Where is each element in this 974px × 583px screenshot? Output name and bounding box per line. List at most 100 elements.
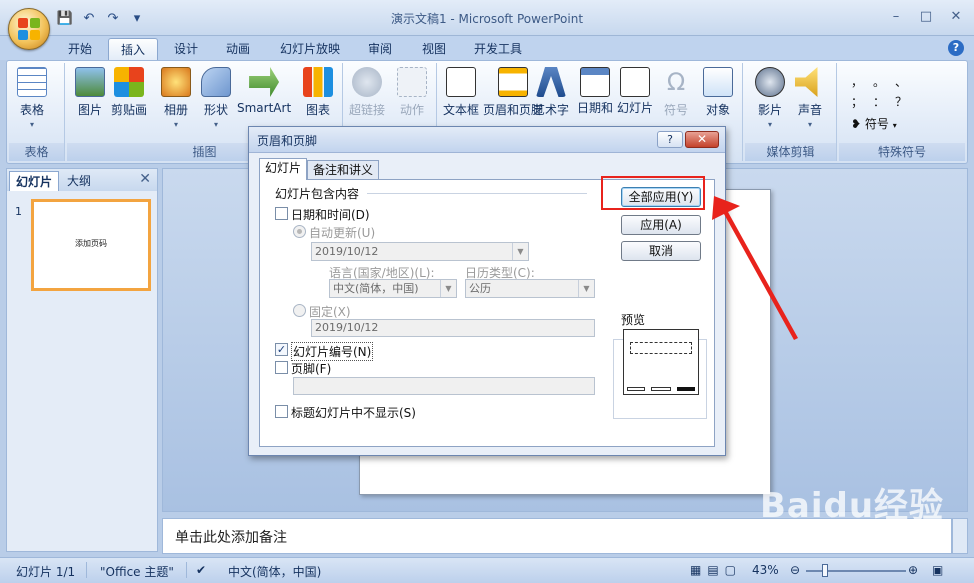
table-icon [17,67,47,97]
footer-label: 页脚(F) [291,362,332,376]
auto-update-label: 自动更新(U) [309,226,376,240]
object-button[interactable]: 对象 [703,67,733,118]
symbol-semicolon[interactable]: ； [851,93,863,110]
group-label-special-symbols: 特殊符号 [839,143,965,161]
datetime-checkbox[interactable] [275,207,288,220]
view-buttons[interactable]: ▦▤▢ [690,563,742,577]
tab-animations[interactable]: 动画 [214,38,262,60]
shapes-button[interactable]: 形状 ▾ [201,67,231,129]
dialog-tab-slide[interactable]: 幻灯片 [259,158,308,180]
footer-input[interactable] [293,377,595,395]
zoom-slider[interactable] [806,570,906,572]
auto-update-date-select[interactable]: 2019/10/12 ▼ [311,242,529,261]
slide-number-label: 幻灯片编号(N) [291,342,374,361]
status-slide-count: 幻灯片 1/1 [16,565,76,579]
status-theme: "Office 主题" [100,565,174,579]
window-controls: – □ ✕ [884,6,968,26]
group-label-table: 表格 [9,143,64,161]
auto-update-radio[interactable] [293,225,306,238]
fixed-radio[interactable] [293,304,306,317]
clipart-icon [114,67,144,97]
slide-thumbnail[interactable]: 添加页码 [31,199,151,291]
minimize-button[interactable]: – [884,6,908,26]
thumbnail-text: 添加页码 [75,239,107,248]
chevron-down-icon: ▼ [440,280,456,297]
preview-footer-placeholder [651,387,671,391]
section-label: 幻灯片包含内容 [275,187,360,201]
photo-album-button[interactable]: 相册 ▾ [161,67,191,129]
datetime-button[interactable]: 日期和时间 [575,67,615,115]
symbol-enumeration[interactable]: 、 [895,73,907,90]
hide-title-slide-checkbox[interactable] [275,405,288,418]
textbox-icon [446,67,476,97]
group-label-media: 媒体剪辑 [745,143,836,161]
tab-slideshow[interactable]: 幻灯片放映 [268,38,352,60]
cancel-button[interactable]: 取消 [621,241,701,261]
picture-button[interactable]: 图片 [75,67,105,118]
dialog-title: 页眉和页脚 [257,134,318,148]
slide-number-button[interactable]: 幻灯片编号 [615,67,655,115]
tab-home[interactable]: 开始 [56,38,104,60]
close-pane-icon[interactable]: ✕ [139,171,151,187]
help-icon[interactable]: ? [948,40,964,56]
office-button[interactable] [8,8,50,50]
preview-label: 预览 [619,311,648,328]
calendar-select[interactable]: 公历 ▼ [465,279,595,298]
shapes-icon [201,67,231,97]
dialog-title-bar: 页眉和页脚 ? ✕ [249,127,725,153]
special-symbol-button[interactable]: ❥ 符号 ▾ [851,115,897,132]
zoom-slider-thumb[interactable] [822,564,828,577]
apply-button[interactable]: 应用(A) [621,215,701,235]
zoom-level[interactable]: 43% [752,563,779,577]
hyperlink-button[interactable]: 超链接 [349,67,385,118]
chevron-down-icon: ▼ [512,243,528,260]
zoom-out-icon[interactable]: ⊖ [790,563,800,577]
symbol-question[interactable]: ？ [895,93,907,110]
movie-icon [755,67,785,97]
symbol-button[interactable]: Ω 符号 [661,67,691,118]
datetime-icon [580,67,610,97]
tab-slides[interactable]: 幻灯片 [9,171,60,191]
dialog-close-button[interactable]: ✕ [685,131,719,148]
fixed-date-input[interactable]: 2019/10/12 [311,319,595,337]
sound-icon [795,67,818,97]
slide-number-icon [620,67,650,97]
movie-button[interactable]: 影片 ▾ [755,67,785,129]
preview-number-placeholder [677,387,695,391]
tab-outline[interactable]: 大纲 [61,171,97,191]
textbox-button[interactable]: 文本框 [443,67,479,118]
fit-window-icon[interactable]: ▣ [932,563,943,577]
chart-button[interactable]: 图表 [303,67,333,118]
tab-view[interactable]: 视图 [410,38,458,60]
symbol-comma[interactable]: ， [851,73,863,90]
close-window-button[interactable]: ✕ [944,6,968,26]
dialog-tab-notes-handouts[interactable]: 备注和讲义 [307,160,380,180]
maximize-button[interactable]: □ [914,6,938,26]
zoom-in-icon[interactable]: ⊕ [908,563,918,577]
slide-number-checkbox[interactable]: ✓ [275,343,288,356]
tab-design[interactable]: 设计 [162,38,210,60]
preview-title-placeholder [630,342,692,354]
symbol-colon[interactable]: ： [873,93,885,110]
action-icon [397,67,427,97]
header-footer-icon [498,67,528,97]
smartart-button[interactable]: SmartArt [237,67,291,115]
tab-developer[interactable]: 开发工具 [462,38,534,60]
language-select[interactable]: 中文(简体，中国) ▼ [329,279,457,298]
spellcheck-icon[interactable]: ✔ [196,563,206,577]
footer-checkbox[interactable] [275,361,288,374]
symbol-icon: Ω [666,68,686,96]
symbol-period[interactable]: 。 [873,73,885,90]
baidu-watermark: Baidu经验 jingyan.baidu.com [760,486,945,537]
action-button[interactable]: 动作 [397,67,427,118]
tab-insert[interactable]: 插入 [108,38,159,60]
sound-button[interactable]: 声音 ▾ [795,67,825,129]
clipart-button[interactable]: 剪贴画 [111,67,147,118]
table-button[interactable]: 表格 ▾ [17,67,47,129]
notes-placeholder: 单击此处添加备注 [175,530,287,546]
wordart-button[interactable]: 艺术字 [533,67,569,118]
preview-slide [623,329,699,395]
preview-date-placeholder [627,387,645,391]
dialog-help-button[interactable]: ? [657,131,683,148]
tab-review[interactable]: 审阅 [356,38,404,60]
